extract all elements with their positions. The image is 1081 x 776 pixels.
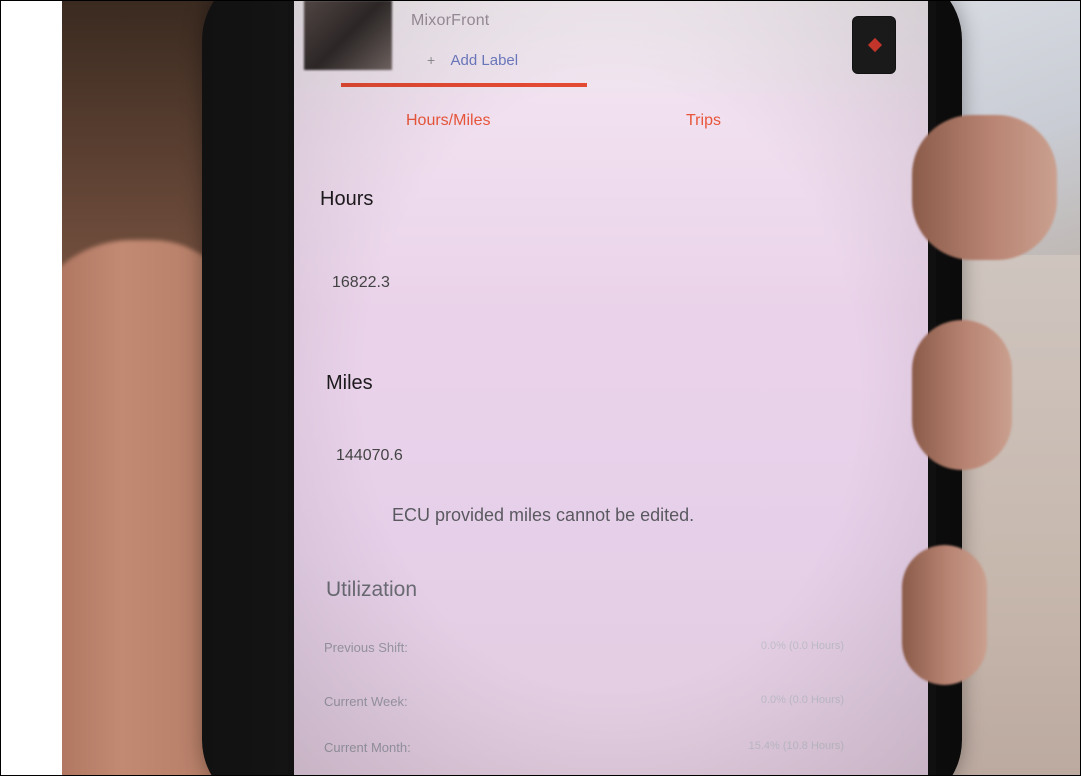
miles-value: 144070.6 <box>336 447 403 464</box>
miles-note: ECU provided miles cannot be edited. <box>392 505 695 525</box>
vehicle-name: MixorFront <box>411 12 490 29</box>
utilization-row: Current Week: 0.0% (0.0 Hours) <box>324 694 844 709</box>
hours-value[interactable]: 16822.3 <box>332 274 390 292</box>
hours-label: Hours <box>320 188 374 210</box>
vehicle-thumbnail[interactable] <box>304 0 392 70</box>
utilization-row: Previous Shift: 0.0% (0.0 Hours) <box>324 640 844 655</box>
utilization-row-label: Current Week: <box>324 694 408 709</box>
miles-label: Miles <box>326 372 373 394</box>
finger-middle <box>912 320 1012 470</box>
active-tab-indicator <box>341 83 587 87</box>
utilization-row-label: Current Month: <box>324 740 411 755</box>
tab-hours-miles[interactable]: Hours/Miles <box>406 112 490 130</box>
utilization-row-value: 15.4% (10.8 Hours) <box>748 740 844 752</box>
utilization-row-value: 0.0% (0.0 Hours) <box>760 694 844 706</box>
finger-top <box>912 115 1057 260</box>
utilization-row-value: 0.0% (0.0 Hours) <box>760 640 844 652</box>
screen-vignette <box>294 0 928 776</box>
finger-bottom <box>902 545 987 685</box>
utilization-row-label: Previous Shift: <box>324 640 408 655</box>
phone-screen: MixorFront + Add Label Hours/Miles Trips… <box>288 0 936 776</box>
add-label-button[interactable]: + Add Label <box>427 52 518 69</box>
plus-icon: + <box>427 52 436 68</box>
utilization-row: Current Month: 15.4% (10.8 Hours) <box>324 740 844 755</box>
status-indicator-icon <box>867 37 883 53</box>
vehicle-header: MixorFront + Add Label <box>294 0 928 92</box>
tab-trips[interactable]: Trips <box>686 112 721 130</box>
photo: MixorFront + Add Label Hours/Miles Trips… <box>62 0 1081 776</box>
add-label-text: Add Label <box>450 52 519 69</box>
utilization-label: Utilization <box>326 578 418 601</box>
device-status-icon[interactable] <box>852 16 896 74</box>
